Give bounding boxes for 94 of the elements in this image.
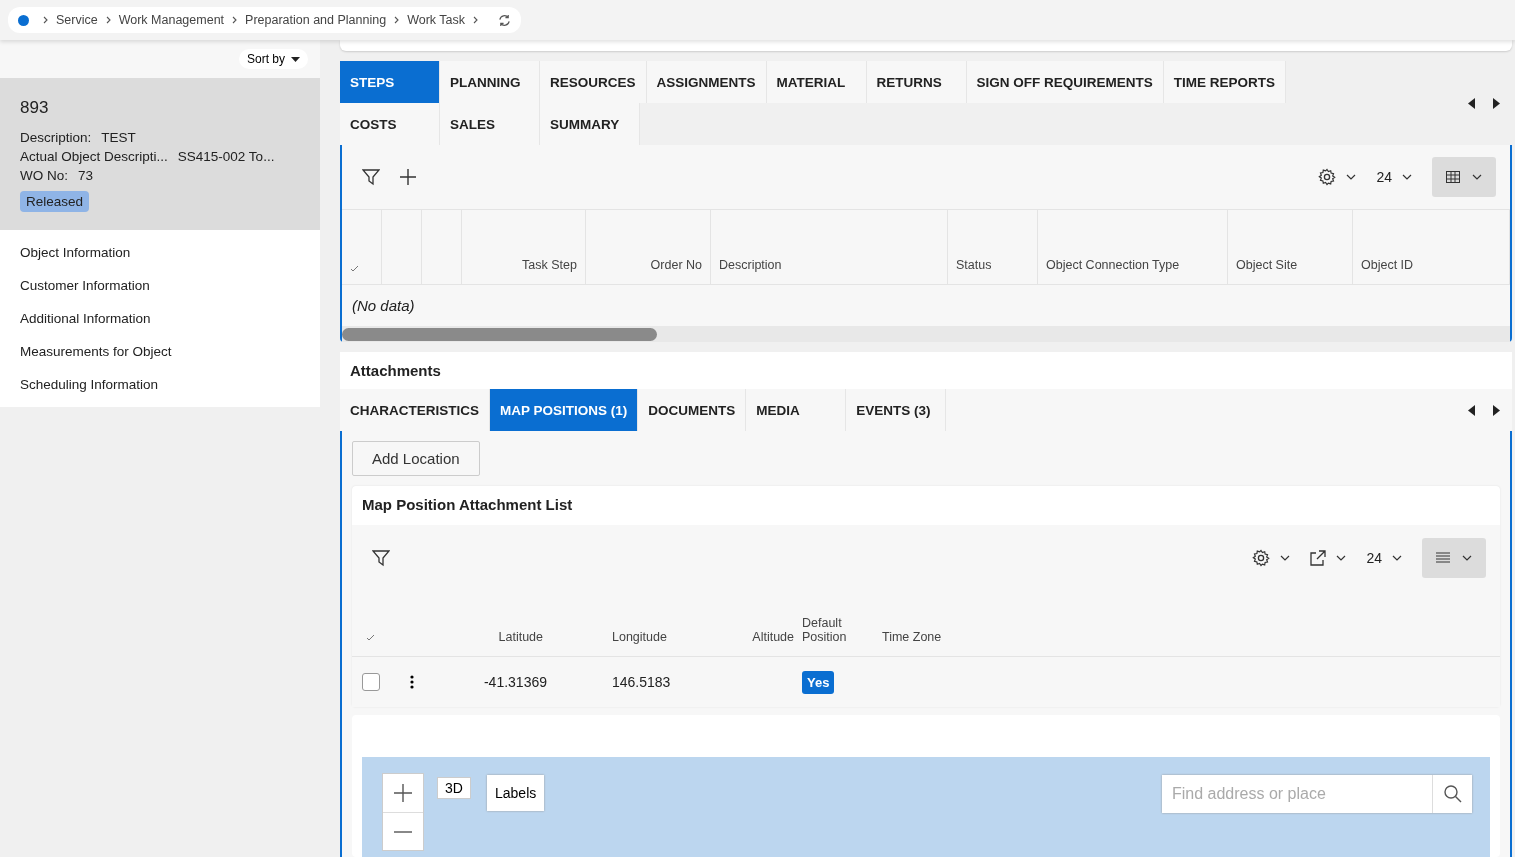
table-cell: 146.5183 (612, 674, 671, 690)
sidebar-link[interactable]: Object Information (0, 236, 320, 269)
column-header[interactable]: Object Connection Type (1046, 258, 1180, 272)
tab[interactable]: SUMMARY (540, 103, 640, 145)
filter-icon[interactable] (362, 168, 380, 186)
more-icon[interactable] (410, 675, 414, 689)
map-placeholder[interactable]: 3D Labels Find address or place (362, 757, 1490, 857)
tab[interactable]: MAP POSITIONS (1) (490, 389, 639, 431)
chevron-down-icon (1280, 555, 1291, 561)
column-header[interactable]: Latitude (498, 630, 543, 644)
field-value: SS415-002 To... (177, 148, 275, 166)
caret-down-icon (291, 56, 300, 62)
column-header[interactable]: Time Zone (882, 630, 942, 644)
scroll-left-icon[interactable] (1468, 97, 1475, 109)
column-header[interactable]: Altitude (752, 630, 794, 644)
chevron-right-icon (43, 16, 48, 24)
view-toggle-button[interactable] (1422, 538, 1486, 578)
record-title: 893 (20, 98, 50, 118)
tab[interactable]: ASSIGNMENTS (646, 61, 767, 103)
list-icon (1436, 552, 1450, 564)
sidebar-link[interactable]: Measurements for Object (0, 335, 320, 368)
chevron-down-icon (1462, 555, 1472, 561)
record-card[interactable]: 893 Description: TEST Actual Object Descripti... SS415-002 To... WO No: 73 Released (0, 78, 320, 230)
column-header[interactable]: Object ID (1361, 258, 1414, 272)
chevron-down-icon (1392, 555, 1402, 561)
sidebar-link[interactable]: Customer Information (0, 269, 320, 302)
filter-icon[interactable] (372, 549, 390, 567)
tab[interactable]: COSTS (340, 103, 440, 145)
column-header[interactable]: Status (956, 258, 992, 272)
table-icon (1446, 171, 1460, 183)
check-icon[interactable] (350, 265, 359, 272)
search-button[interactable] (1432, 775, 1472, 813)
scroll-left-icon[interactable] (1468, 404, 1475, 416)
section-title: Attachments (349, 361, 442, 381)
chevron-right-icon (394, 16, 400, 24)
tab[interactable]: STEPS (340, 61, 440, 103)
chevron-right-icon (105, 16, 111, 24)
page-size-value[interactable]: 24 (1376, 169, 1392, 185)
scrollbar-thumb[interactable] (342, 328, 657, 341)
column-header[interactable]: Default Position (802, 616, 874, 644)
chevron-down-icon (1346, 174, 1357, 180)
tab[interactable]: PLANNING (440, 61, 540, 103)
field-label: WO No: (20, 167, 68, 185)
tab[interactable]: MATERIAL (766, 61, 867, 103)
breadcrumb-link[interactable]: Preparation and Planning (245, 13, 387, 27)
scroll-right-icon[interactable] (1493, 97, 1500, 109)
3d-toggle-button[interactable]: 3D (437, 777, 471, 799)
export-icon[interactable] (1310, 550, 1327, 566)
chevron-right-icon (473, 16, 479, 24)
chevron-right-icon (232, 16, 238, 24)
table-cell: -41.31369 (483, 674, 547, 690)
breadcrumb-link[interactable]: Work Task (407, 13, 466, 27)
sidebar-link[interactable]: Additional Information (0, 302, 320, 335)
refresh-icon[interactable] (498, 13, 512, 27)
column-header[interactable]: Object Site (1236, 258, 1298, 272)
settings-icon[interactable] (1318, 168, 1337, 186)
map-search-field[interactable]: Find address or place (1162, 775, 1472, 813)
home-icon[interactable] (18, 14, 29, 26)
plus-icon (394, 784, 412, 802)
chevron-down-icon (1336, 555, 1347, 561)
labels-button[interactable]: Labels (487, 775, 545, 811)
page-size-value[interactable]: 24 (1366, 550, 1382, 566)
yes-badge: Yes (802, 670, 835, 694)
scroll-right-icon[interactable] (1493, 404, 1500, 416)
list-title: Map Position Attachment List (361, 495, 574, 515)
add-icon[interactable] (400, 169, 416, 185)
check-icon[interactable] (366, 634, 375, 641)
tab[interactable]: RESOURCES (540, 61, 647, 103)
field-value: TEST (101, 129, 136, 147)
column-header[interactable]: Task Step (522, 258, 577, 272)
column-header[interactable]: Description (719, 258, 782, 272)
tab[interactable]: RETURNS (866, 61, 967, 103)
row-checkbox[interactable] (362, 673, 380, 691)
status-badge: Released (20, 191, 90, 212)
settings-icon[interactable] (1252, 549, 1271, 567)
add-location-button[interactable]: Add Location (352, 441, 480, 476)
field-label: Actual Object Descripti... (20, 148, 168, 166)
chevron-down-icon (1472, 174, 1482, 180)
field-value: 73 (78, 167, 94, 185)
sidebar-link[interactable]: Scheduling Information (0, 368, 320, 401)
field-label: Description: (20, 129, 92, 147)
empty-message: (No data) (351, 296, 416, 316)
tab[interactable]: SIGN OFF REQUIREMENTS (966, 61, 1164, 103)
tab[interactable]: SALES (440, 103, 540, 145)
breadcrumb-link[interactable]: Work Management (118, 13, 225, 27)
column-header[interactable]: Order No (650, 258, 702, 272)
minus-icon (394, 830, 412, 833)
sort-button[interactable]: Sort by (239, 49, 308, 69)
tab[interactable]: TIME REPORTS (1163, 61, 1287, 103)
column-header[interactable]: Longitude (612, 630, 667, 644)
view-toggle-button[interactable] (1432, 157, 1496, 197)
breadcrumb-link[interactable]: Service (56, 13, 98, 27)
chevron-down-icon (1402, 174, 1412, 180)
search-icon (1443, 785, 1462, 803)
